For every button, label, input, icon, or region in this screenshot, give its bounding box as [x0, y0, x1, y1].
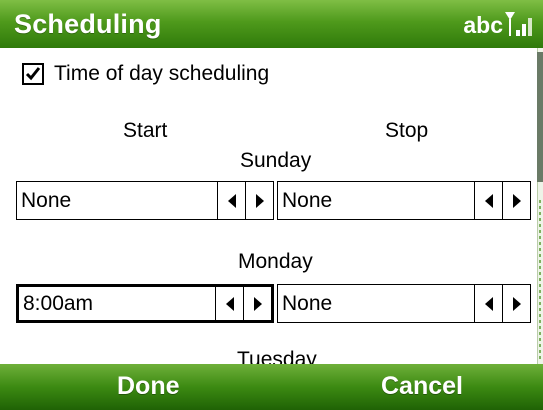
right-arrow-icon [512, 296, 521, 311]
signal-strength-icon [503, 8, 537, 42]
checkmark-icon [25, 67, 41, 81]
scheduling-form: Time of day scheduling Start Stop Sunday… [0, 48, 543, 364]
page-title: Scheduling [14, 9, 162, 39]
monday-start-picker[interactable]: 8:00am [16, 284, 274, 323]
sunday-start-value: None [21, 188, 72, 212]
cancel-softkey[interactable]: Cancel [381, 372, 463, 401]
softkey-bar: Done Cancel [0, 364, 543, 410]
time-of-day-checkbox[interactable] [22, 63, 44, 85]
sunday-stop-value: None [282, 188, 333, 212]
sunday-stop-prev-button[interactable] [474, 182, 502, 219]
time-of-day-label: Time of day scheduling [54, 62, 270, 85]
sunday-start-next-button[interactable] [245, 182, 273, 219]
sunday-start-picker[interactable]: None [16, 181, 274, 220]
scrollbar-dotted-guide [539, 200, 541, 360]
stop-column-header: Stop [385, 119, 429, 142]
monday-start-next-button[interactable] [243, 287, 271, 320]
right-arrow-icon [255, 193, 264, 208]
sunday-stop-picker[interactable]: None [277, 181, 531, 220]
sunday-stop-next-button[interactable] [502, 182, 530, 219]
day-label-monday: Monday [238, 250, 313, 273]
day-label-tuesday: Tuesday [237, 348, 317, 364]
monday-stop-picker[interactable]: None [277, 284, 531, 323]
day-label-sunday: Sunday [240, 149, 312, 172]
done-softkey[interactable]: Done [117, 372, 180, 401]
monday-stop-prev-button[interactable] [474, 285, 502, 322]
sunday-start-prev-button[interactable] [217, 182, 245, 219]
monday-start-prev-button[interactable] [215, 287, 243, 320]
monday-stop-next-button[interactable] [502, 285, 530, 322]
right-arrow-icon [512, 193, 521, 208]
left-arrow-icon [484, 296, 493, 311]
left-arrow-icon [227, 193, 236, 208]
start-column-header: Start [123, 119, 168, 142]
scrollbar-thumb[interactable] [537, 52, 543, 182]
time-of-day-scheduling-option[interactable]: Time of day scheduling [22, 60, 269, 88]
monday-stop-value: None [282, 291, 333, 315]
monday-start-value: 8:00am [23, 291, 94, 315]
input-mode-indicator[interactable]: abc [463, 12, 503, 39]
left-arrow-icon [225, 296, 234, 311]
right-arrow-icon [253, 296, 262, 311]
title-bar: Scheduling abc [0, 0, 543, 48]
left-arrow-icon [484, 193, 493, 208]
